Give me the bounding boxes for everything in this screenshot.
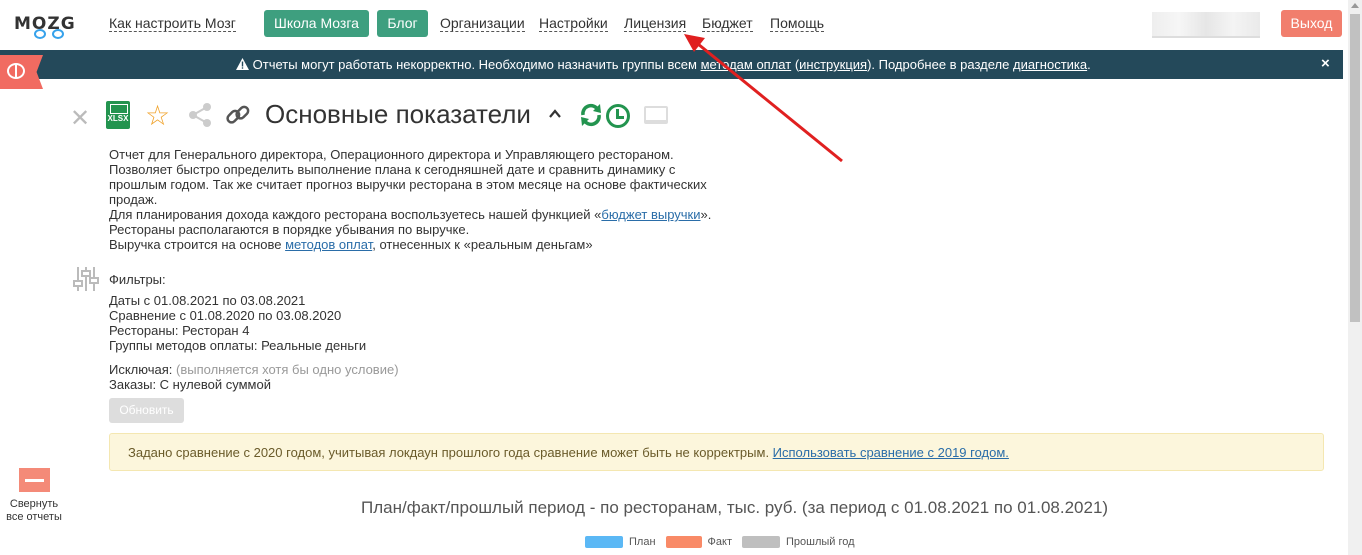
description-line: Выручка строится на основе методов оплат… (109, 237, 729, 252)
school-button[interactable]: Школа Мозга (264, 10, 369, 37)
banner-close-icon[interactable]: × (1321, 55, 1330, 72)
legend-label: Прошлый год (786, 536, 855, 548)
filter-value: С нулевой суммой (156, 377, 271, 392)
share-icon[interactable] (186, 101, 214, 129)
scroll-up-icon[interactable] (1351, 3, 1359, 8)
filter-label: Исключая: (109, 362, 173, 377)
filter-note: (выполняется хотя бы одно условие) (172, 362, 399, 377)
nav-link-help[interactable]: Помощь (770, 16, 825, 32)
description-line: Рестораны располагаются в порядке убыван… (109, 222, 470, 237)
collapse-all-icon[interactable] (19, 468, 50, 492)
filter-payment-groups: Группы методов оплаты: Реальные деньги (109, 338, 399, 353)
comparison-alert: Задано сравнение с 2020 годом, учитывая … (109, 433, 1324, 471)
legend-swatch (665, 536, 702, 548)
description-text: Для планирования дохода каждого ресторан… (109, 207, 602, 222)
warning-banner: Отчеты могут работать некорректно. Необх… (0, 50, 1343, 79)
filter-label: Даты (109, 293, 141, 308)
filter-value: с 01.08.2021 по 03.08.2021 (140, 293, 306, 308)
logo-loop-icon (52, 29, 64, 39)
filter-value: с 01.08.2020 по 03.08.2020 (175, 308, 342, 323)
description-text: ». (700, 207, 712, 222)
filter-label: Заказы: (109, 377, 157, 392)
filters-panel: Фильтры: Даты с 01.08.2021 по 03.08.2021… (109, 272, 399, 392)
budget-revenue-link[interactable]: бюджет выручки (601, 207, 700, 222)
monitor-icon[interactable] (644, 106, 668, 124)
banner-link-payment-methods[interactable]: методам оплат (701, 57, 792, 72)
vertical-scrollbar[interactable] (1348, 0, 1362, 555)
description-text: Выручка строится на основе (109, 237, 286, 252)
page-title: Основные показатели (265, 99, 531, 129)
banner-message: Отчеты могут работать некорректно. Необх… (236, 57, 1091, 72)
filter-compare: Сравнение с 01.08.2020 по 03.08.2020 (109, 308, 399, 323)
scrollbar-thumb[interactable] (1350, 14, 1360, 322)
use-2019-comparison-link[interactable]: Использовать сравнение с 2019 годом. (773, 445, 1009, 460)
filter-label: Группы методов оплаты: (109, 338, 258, 353)
description-line: Отчет для Генерального директора, Операц… (109, 147, 674, 162)
filters-icon[interactable] (72, 265, 100, 293)
legend-item-fact[interactable]: Факт (665, 536, 732, 548)
legend-swatch (742, 536, 780, 548)
xlsx-export-icon[interactable]: XLSX (106, 101, 130, 129)
filters-heading: Фильтры: (109, 272, 166, 287)
blog-button[interactable]: Блог (377, 10, 428, 37)
filter-label: Рестораны: (109, 323, 179, 338)
favorite-star-icon[interactable]: ☆ (145, 99, 170, 132)
description-text: , отнесенных к «реальным деньгам» (372, 237, 593, 252)
chart-legend: План Факт Прошлый год (585, 535, 865, 549)
banner-text-2: ( (791, 57, 800, 72)
filter-value: Реальные деньги (257, 338, 367, 353)
legend-item-last-year[interactable]: Прошлый год (742, 536, 855, 548)
filter-dates: Даты с 01.08.2021 по 03.08.2021 (109, 293, 399, 308)
banner-text-1: Отчеты могут работать некорректно. Необх… (252, 57, 701, 72)
filter-orders: Заказы: С нулевой суммой (109, 377, 399, 392)
brain-icon (7, 63, 25, 79)
update-button[interactable]: Обновить (109, 398, 184, 423)
filter-label: Сравнение (109, 308, 176, 323)
legend-swatch (585, 536, 623, 548)
description-line: Для планирования дохода каждого ресторан… (109, 207, 729, 222)
nav-link-budget[interactable]: Бюджет (702, 16, 753, 32)
report-description: Отчет для Генерального директора, Операц… (109, 147, 729, 252)
payment-methods-link[interactable]: методов оплат (285, 237, 372, 252)
alert-message: Задано сравнение с 2020 годом, учитывая … (128, 445, 1009, 460)
nav-link-license[interactable]: Лицензия (624, 16, 687, 32)
chart-title: План/факт/прошлый период - по ресторанам… (361, 498, 1109, 517)
banner-text-3: ). Подробнее в разделе (867, 57, 1013, 72)
warning-icon (236, 58, 249, 70)
banner-link-diagnostics[interactable]: диагностика (1013, 57, 1087, 72)
alert-text: Задано сравнение с 2020 годом, учитывая … (128, 445, 773, 460)
legend-item-plan[interactable]: План (585, 536, 656, 548)
legend-label: План (629, 536, 656, 548)
nav-link-settings[interactable]: Настройки (539, 16, 608, 32)
refresh-icon[interactable] (578, 102, 604, 128)
xlsx-label: XLSX (107, 114, 129, 123)
mozg-logo[interactable]: MOZG (14, 9, 76, 39)
filter-restaurants: Рестораны: Ресторан 4 (109, 323, 399, 338)
chevron-up-icon[interactable] (547, 106, 563, 122)
banner-text-4: . (1087, 57, 1091, 72)
link-icon[interactable] (224, 101, 252, 129)
logo-loop-icon (34, 29, 46, 39)
user-account-blurred[interactable] (1152, 12, 1260, 38)
legend-label: Факт (707, 536, 732, 548)
filter-value: Ресторан 4 (178, 323, 250, 338)
collapse-all-label[interactable]: Свернуть все отчеты (2, 498, 66, 524)
top-navigation: MOZG Как настроить Мозг Школа Мозга Блог… (0, 0, 1348, 48)
nav-link-organizations[interactable]: Организации (440, 16, 525, 32)
banner-link-instruction[interactable]: инструкция (799, 57, 867, 72)
clock-icon[interactable] (606, 104, 630, 128)
logout-button[interactable]: Выход (1281, 10, 1342, 37)
filter-exclude: Исключая: (выполняется хотя бы одно усло… (109, 362, 399, 377)
description-line: Позволяет быстро определить выполнение п… (109, 162, 707, 207)
brain-tab[interactable] (0, 55, 43, 89)
close-report-icon[interactable]: ✕ (70, 104, 90, 133)
nav-link-how-to-setup[interactable]: Как настроить Мозг (109, 16, 236, 32)
